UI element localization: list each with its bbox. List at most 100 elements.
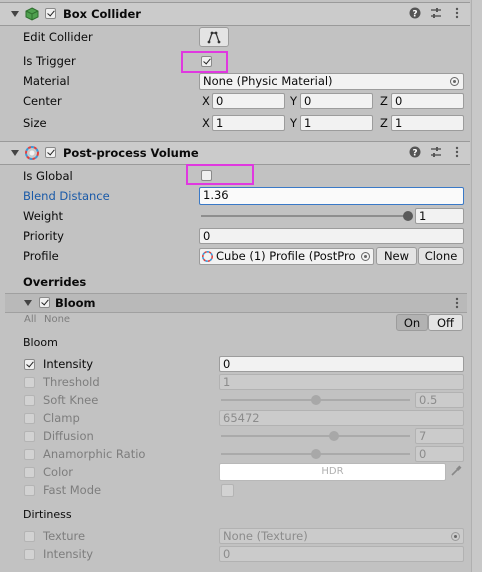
profile-clone-button[interactable]: Clone [418, 247, 464, 265]
size-x-axis-label: X [202, 116, 210, 130]
material-field[interactable]: None (Physic Material) [199, 73, 464, 90]
is-global-highlight [186, 164, 254, 185]
foldout-arrow-icon[interactable] [11, 150, 19, 156]
center-label: Center [23, 94, 62, 108]
soft-knee-label: Soft Knee [43, 393, 99, 407]
size-z-axis-label: Z [380, 116, 388, 130]
anamorphic-override-checkbox[interactable] [24, 449, 35, 460]
center-z-axis-label: Z [380, 94, 388, 108]
color-swatch-field[interactable]: HDR [219, 463, 446, 481]
svg-text:?: ? [412, 10, 417, 20]
context-menu-icon[interactable] [450, 297, 464, 311]
profile-label: Profile [23, 249, 59, 263]
foldout-arrow-icon[interactable] [11, 11, 19, 17]
bloom-off-button[interactable]: Off [428, 314, 463, 331]
anamorphic-ratio-label: Anamorphic Ratio [43, 447, 146, 461]
center-x-field[interactable]: 0 [212, 93, 285, 109]
anamorphic-slider-thumb[interactable] [310, 449, 321, 459]
threshold-label: Threshold [43, 375, 100, 389]
is-trigger-highlight [181, 51, 228, 73]
color-label: Color [43, 465, 74, 479]
dirt-intensity-field[interactable]: 0 [219, 546, 464, 562]
center-y-field[interactable]: 0 [300, 93, 373, 109]
soft-knee-override-checkbox[interactable] [24, 395, 35, 406]
edit-collider-icon [207, 31, 221, 44]
bloom-header[interactable]: Bloom [5, 293, 467, 313]
weight-slider-thumb[interactable] [403, 211, 413, 221]
bloom-on-button[interactable]: On [396, 314, 428, 331]
component-title: Box Collider [63, 7, 141, 21]
size-label: Size [23, 116, 47, 130]
context-menu-icon[interactable] [450, 7, 464, 21]
box-collider-enabled-checkbox[interactable] [45, 8, 56, 19]
box-collider-header[interactable]: Box Collider ? [0, 2, 470, 26]
override-none-link[interactable]: None [44, 314, 70, 325]
priority-label: Priority [23, 229, 64, 243]
profile-new-button[interactable]: New [376, 247, 417, 265]
intensity-field[interactable]: 0 [219, 356, 464, 372]
dirt-intensity-override-checkbox[interactable] [24, 549, 35, 560]
color-hdr-badge: HDR [321, 466, 344, 477]
eyedropper-icon[interactable] [450, 465, 464, 479]
weight-label: Weight [23, 209, 64, 223]
post-process-enabled-checkbox[interactable] [45, 147, 56, 158]
inspector-scrollbar[interactable] [471, 0, 482, 572]
center-z-field[interactable]: 0 [391, 93, 464, 109]
priority-field[interactable]: 0 [199, 228, 464, 244]
weight-field[interactable]: 1 [415, 208, 464, 224]
bloom-enabled-checkbox[interactable] [39, 297, 50, 308]
size-y-axis-label: Y [290, 116, 298, 130]
threshold-override-checkbox[interactable] [24, 377, 35, 388]
fast-mode-label: Fast Mode [43, 483, 102, 497]
anamorphic-field[interactable]: 0 [415, 446, 464, 462]
box-collider-icon [25, 7, 39, 21]
size-x-field[interactable]: 1 [212, 115, 285, 131]
clamp-override-checkbox[interactable] [24, 413, 35, 424]
diffusion-field[interactable]: 7 [415, 428, 464, 444]
object-picker-icon[interactable] [450, 77, 459, 86]
fast-mode-override-checkbox[interactable] [24, 485, 35, 496]
fast-mode-checkbox[interactable] [221, 484, 234, 497]
threshold-field[interactable]: 1 [219, 374, 464, 390]
edit-collider-label: Edit Collider [23, 30, 93, 44]
center-y-axis-label: Y [290, 94, 298, 108]
weight-slider-track[interactable] [201, 215, 408, 217]
context-menu-icon[interactable] [450, 146, 464, 160]
color-override-checkbox[interactable] [24, 467, 35, 478]
blend-distance-field[interactable]: 1.36 [199, 187, 464, 205]
help-icon[interactable]: ? [408, 7, 422, 21]
clamp-label: Clamp [43, 411, 80, 425]
clamp-field[interactable]: 65472 [219, 410, 464, 426]
object-picker-icon[interactable] [361, 252, 370, 261]
texture-field[interactable]: None (Texture) [219, 528, 464, 544]
center-x-axis-label: X [202, 94, 210, 108]
texture-value: None (Texture) [223, 529, 308, 543]
blend-distance-label: Blend Distance [23, 189, 110, 203]
help-icon[interactable]: ? [408, 146, 422, 160]
profile-asset-icon [202, 251, 213, 262]
is-trigger-label: Is Trigger [23, 54, 76, 68]
object-picker-icon[interactable] [451, 532, 460, 541]
soft-knee-slider-thumb[interactable] [310, 395, 321, 405]
presets-icon[interactable] [429, 146, 443, 160]
override-all-link[interactable]: All [24, 314, 36, 325]
svg-text:?: ? [412, 149, 417, 159]
bloom-title: Bloom [55, 296, 96, 310]
post-process-volume-header[interactable]: Post-process Volume ? [0, 141, 470, 165]
size-y-field[interactable]: 1 [300, 115, 373, 131]
texture-override-checkbox[interactable] [24, 531, 35, 542]
overrides-heading: Overrides [23, 275, 87, 289]
size-z-field[interactable]: 1 [391, 115, 464, 131]
material-value: None (Physic Material) [203, 74, 333, 88]
diffusion-override-checkbox[interactable] [24, 431, 35, 442]
soft-knee-field[interactable]: 0.5 [415, 392, 464, 408]
component-title: Post-process Volume [63, 146, 199, 160]
foldout-arrow-icon[interactable] [24, 300, 32, 306]
profile-field[interactable]: Cube (1) Profile (PostPro [199, 248, 374, 265]
diffusion-slider-track[interactable] [221, 435, 410, 437]
diffusion-slider-thumb[interactable] [329, 431, 340, 441]
presets-icon[interactable] [429, 7, 443, 21]
edit-collider-button[interactable] [199, 27, 229, 47]
is-global-label: Is Global [23, 169, 73, 183]
intensity-override-checkbox[interactable] [24, 359, 35, 370]
